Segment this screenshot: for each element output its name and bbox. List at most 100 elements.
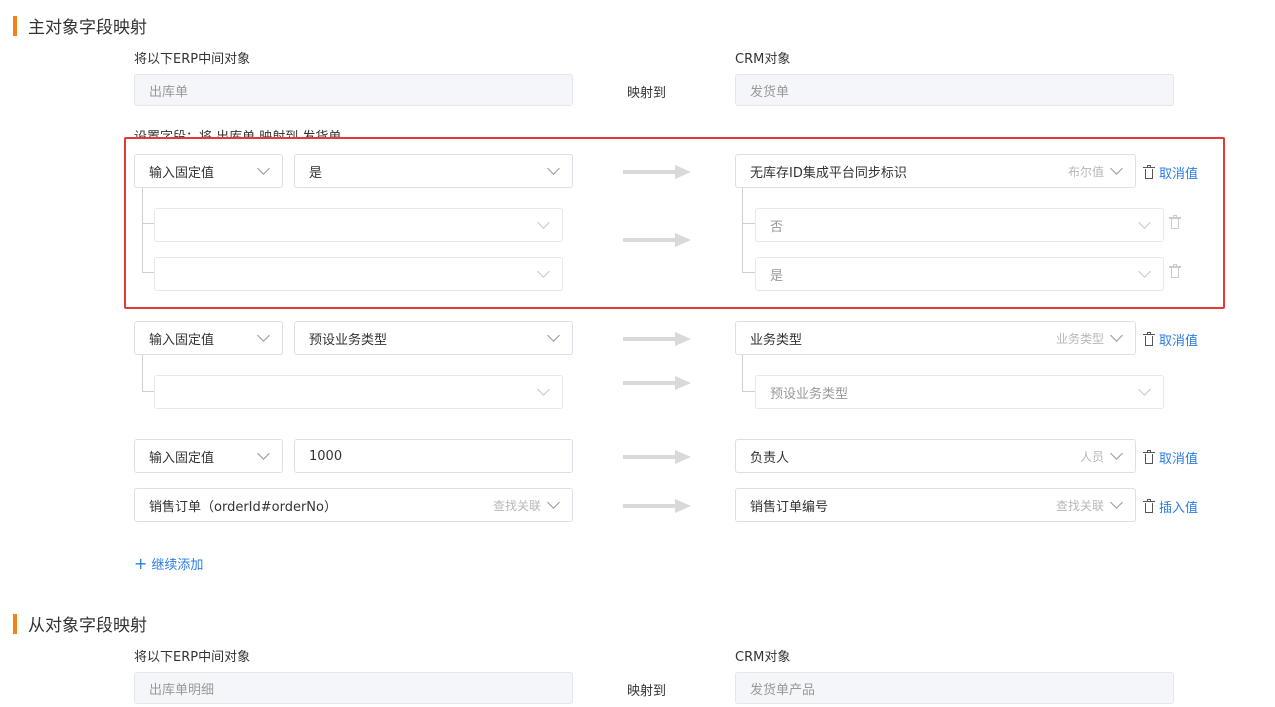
crm-object-field: 发货单 (735, 74, 1174, 106)
row3-source-type-value: 输入固定值 (149, 450, 215, 466)
trash-icon (1143, 164, 1155, 180)
row3-action-label: 取消值 (1159, 452, 1199, 467)
row2-source-type-select[interactable]: 输入固定值 (134, 321, 283, 355)
tree-connector (742, 355, 755, 392)
row3-target-type-hint: 人员 (1079, 449, 1104, 464)
row1-sub1-delete-button[interactable] (1169, 215, 1185, 230)
section-accent-bar (13, 613, 17, 634)
detail-map-to-label: 映射到 (627, 684, 667, 699)
row3-source-type-select[interactable]: 输入固定值 (134, 439, 283, 473)
chevron-down-icon (547, 329, 560, 342)
chevron-down-icon (1138, 383, 1151, 396)
chevron-down-icon (537, 265, 550, 278)
row2-target-field-value: 业务类型 (750, 332, 803, 348)
detail-erp-object-value: 出库单明细 (149, 682, 215, 698)
chevron-down-icon (1138, 216, 1151, 229)
row3-fixed-value: 1000 (309, 448, 343, 464)
row1-sub1-target-select[interactable]: 否 (755, 208, 1164, 242)
crm-object-value: 发货单 (750, 84, 790, 100)
erp-object-label: 将以下ERP中间对象 (134, 52, 251, 67)
tree-connector (742, 224, 755, 273)
row2-target-field-select[interactable]: 业务类型 业务类型 (735, 321, 1136, 355)
chevron-down-icon (257, 162, 270, 175)
row1-sub1-target-value: 否 (770, 219, 784, 235)
row3-cancel-value-button[interactable]: 取消值 (1143, 448, 1198, 467)
row1-sub1-source-select[interactable] (154, 208, 563, 242)
map-arrow-icon (623, 450, 691, 464)
plus-icon: + (134, 553, 148, 573)
chevron-down-icon (1110, 162, 1123, 175)
chevron-down-icon (1138, 265, 1151, 278)
trash-icon (1143, 498, 1155, 514)
row1-source-value-select[interactable]: 是 (294, 154, 573, 188)
row3-target-field-select[interactable]: 负责人 人员 (735, 439, 1136, 473)
map-arrow-icon (623, 376, 691, 390)
row4-target-field-select[interactable]: 销售订单编号 查找关联 (735, 488, 1136, 522)
tree-connector (142, 355, 154, 392)
row3-fixed-value-input[interactable]: 1000 (294, 439, 573, 473)
chevron-down-icon (1110, 447, 1123, 460)
chevron-down-icon (547, 496, 560, 509)
row2-sub1-source-select[interactable] (154, 375, 563, 409)
map-arrow-icon (623, 233, 691, 247)
row4-action-label: 插入值 (1159, 501, 1199, 516)
erp-object-value: 出库单 (149, 84, 189, 100)
chevron-down-icon (1110, 329, 1123, 342)
detail-crm-object-value: 发货单产品 (750, 682, 816, 698)
trash-icon (1169, 264, 1181, 279)
row1-action-label: 取消值 (1159, 167, 1199, 182)
map-to-label: 映射到 (627, 86, 667, 101)
trash-icon (1143, 449, 1155, 465)
continue-add-button[interactable]: + 继续添加 (134, 554, 203, 573)
row3-target-field-value: 负责人 (750, 450, 790, 466)
chevron-down-icon (257, 447, 270, 460)
row4-source-field-value: 销售订单（orderId#orderNo） (149, 499, 337, 515)
row2-cancel-value-button[interactable]: 取消值 (1143, 330, 1198, 349)
detail-crm-object-label: CRM对象 (735, 650, 791, 665)
row2-target-type-hint: 业务类型 (1055, 331, 1104, 346)
row2-source-value: 预设业务类型 (309, 332, 388, 348)
setting-fields-label: 设置字段：将 出库单 映射到 发货单 (134, 126, 341, 137)
row2-sub1-target-select[interactable]: 预设业务类型 (755, 375, 1164, 409)
row1-target-field-select[interactable]: 无库存ID集成平台同步标识 布尔值 (735, 154, 1136, 188)
row1-sub2-target-select[interactable]: 是 (755, 257, 1164, 291)
row1-sub2-source-select[interactable] (154, 257, 563, 291)
row2-source-type-value: 输入固定值 (149, 332, 215, 348)
row1-cancel-value-button[interactable]: 取消值 (1143, 163, 1198, 182)
map-arrow-icon (623, 332, 691, 346)
trash-icon (1169, 215, 1181, 230)
map-arrow-icon (623, 499, 691, 513)
row1-source-type-select[interactable]: 输入固定值 (134, 154, 283, 188)
row1-source-type-value: 输入固定值 (149, 165, 215, 181)
row4-target-type-hint: 查找关联 (1055, 498, 1104, 513)
detail-crm-object-field: 发货单产品 (735, 672, 1174, 704)
row4-source-type-hint: 查找关联 (492, 498, 541, 513)
detail-erp-object-field: 出库单明细 (134, 672, 573, 704)
chevron-down-icon (547, 162, 560, 175)
trash-icon (1143, 331, 1155, 347)
row1-sub2-target-value: 是 (770, 268, 784, 284)
row1-target-field-value: 无库存ID集成平台同步标识 (750, 165, 907, 181)
detail-erp-object-label: 将以下ERP中间对象 (134, 650, 251, 665)
row1-target-type-hint: 布尔值 (1067, 164, 1104, 179)
tree-connector (142, 224, 154, 273)
detail-section-title: 从对象字段映射 (13, 611, 147, 636)
row4-insert-value-button[interactable]: 插入值 (1143, 497, 1198, 516)
chevron-down-icon (257, 329, 270, 342)
continue-add-label: 继续添加 (151, 558, 204, 573)
chevron-down-icon (537, 216, 550, 229)
row1-sub2-delete-button[interactable] (1169, 264, 1185, 279)
tree-connector (142, 188, 154, 224)
row4-source-field-select[interactable]: 销售订单（orderId#orderNo） 查找关联 (134, 488, 573, 522)
main-section-title-text: 主对象字段映射 (28, 18, 147, 38)
map-arrow-icon (623, 165, 691, 179)
section-accent-bar (13, 15, 17, 36)
tree-connector (742, 188, 755, 224)
main-section-title: 主对象字段映射 (13, 13, 147, 38)
row2-source-value-select[interactable]: 预设业务类型 (294, 321, 573, 355)
crm-object-label: CRM对象 (735, 52, 791, 67)
detail-section-title-text: 从对象字段映射 (28, 616, 147, 636)
row1-source-value: 是 (309, 165, 323, 181)
row4-target-field-value: 销售订单编号 (750, 499, 829, 515)
chevron-down-icon (537, 383, 550, 396)
